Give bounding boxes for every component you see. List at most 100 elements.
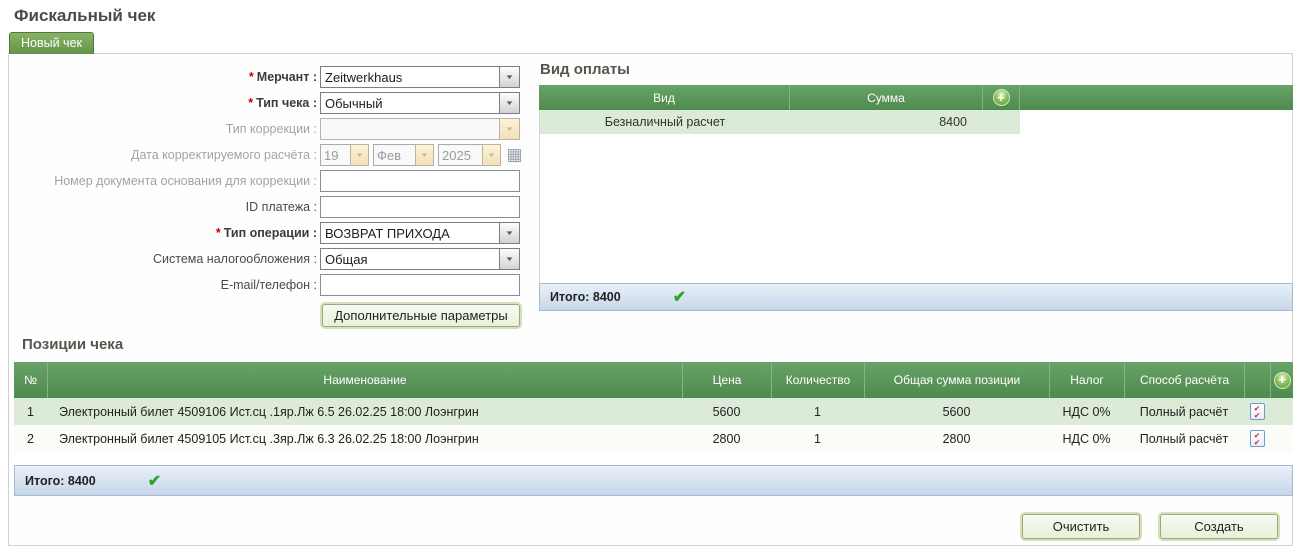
positions-col-name: Наименование <box>47 362 682 398</box>
payment-type-cell: Безналичный расчет <box>540 115 790 129</box>
chevron-down-icon[interactable] <box>499 222 520 244</box>
tax-system-input[interactable] <box>320 248 499 270</box>
clear-button[interactable]: Очистить <box>1022 514 1140 539</box>
payment-total-row: Итого: 8400 <box>539 283 1293 311</box>
position-attrs-cell <box>1244 403 1270 420</box>
email-label: E-mail/телефон : <box>10 278 320 292</box>
position-num-cell: 1 <box>14 405 47 419</box>
form-row-base-doc: Номер документа основания для коррекции … <box>10 168 525 194</box>
correction-day-input <box>320 144 350 166</box>
fiscal-receipt-screen: Фискальный чек Новый чек *Мерчант : *Тип… <box>0 0 1298 549</box>
position-row[interactable]: 2 Электронный билет 4509105 Ист.сц .3яр.… <box>14 425 1293 452</box>
check-type-input[interactable] <box>320 92 499 114</box>
payment-col-amount: Сумма <box>789 85 982 110</box>
position-tax-cell: НДС 0% <box>1049 432 1124 446</box>
operation-type-label: *Тип операции : <box>10 226 320 240</box>
operation-type-input[interactable] <box>320 222 499 244</box>
position-price-cell: 2800 <box>682 432 771 446</box>
form-row-email: E-mail/телефон : <box>10 272 525 298</box>
receipt-form: *Мерчант : *Тип чека : Тип коррекции : Д… <box>10 64 525 298</box>
chevron-down-icon <box>499 118 520 140</box>
form-row-operation-type: *Тип операции : <box>10 220 525 246</box>
payment-add-cell <box>982 85 1019 110</box>
form-row-merchant: *Мерчант : <box>10 64 525 90</box>
correction-year-select <box>438 144 501 166</box>
merchant-input[interactable] <box>320 66 499 88</box>
create-button[interactable]: Создать <box>1160 514 1278 539</box>
check-type-select[interactable] <box>320 92 520 114</box>
positions-total-label: Итого: 8400 <box>25 474 96 488</box>
positions-section-title: Позиции чека <box>22 336 123 353</box>
email-input[interactable] <box>320 274 520 296</box>
positions-col-total: Общая сумма позиции <box>864 362 1049 398</box>
edit-attributes-icon[interactable] <box>1250 430 1265 447</box>
positions-col-method: Способ расчёта <box>1124 362 1244 398</box>
position-tax-cell: НДС 0% <box>1049 405 1124 419</box>
positions-empty-space <box>14 452 1293 465</box>
position-attrs-cell <box>1244 430 1270 447</box>
positions-col-attrs <box>1244 362 1270 398</box>
payment-table: Вид Сумма Безналичный расчет 8400 Итого:… <box>539 85 1293 311</box>
extra-params-button[interactable]: Дополнительные параметры <box>322 304 520 327</box>
calendar-icon[interactable] <box>505 146 524 164</box>
correction-date-group <box>320 144 524 166</box>
edit-attributes-icon[interactable] <box>1250 403 1265 420</box>
correction-month-input <box>373 144 415 166</box>
merchant-select[interactable] <box>320 66 520 88</box>
add-position-icon[interactable] <box>1274 372 1291 389</box>
positions-total-row: Итого: 8400 <box>14 465 1293 496</box>
positions-table: № Наименование Цена Количество Общая сум… <box>14 362 1293 496</box>
position-name-cell: Электронный билет 4509106 Ист.сц .1яр.Лж… <box>47 405 682 419</box>
required-marker: * <box>248 96 253 110</box>
position-total-cell: 2800 <box>864 432 1049 446</box>
operation-type-select[interactable] <box>320 222 520 244</box>
add-payment-icon[interactable] <box>993 89 1010 106</box>
chevron-down-icon <box>350 144 369 166</box>
form-row-payment-id: ID платежа : <box>10 194 525 220</box>
payment-id-input[interactable] <box>320 196 520 218</box>
form-row-correction-type: Тип коррекции : <box>10 116 525 142</box>
check-type-label: *Тип чека : <box>10 96 320 110</box>
chevron-down-icon <box>482 144 501 166</box>
valid-check-icon <box>673 287 686 307</box>
position-method-cell: Полный расчёт <box>1124 432 1244 446</box>
payment-table-header: Вид Сумма <box>539 85 1293 110</box>
payment-total-label: Итого: 8400 <box>550 290 621 304</box>
tax-system-select[interactable] <box>320 248 520 270</box>
payment-header-filler <box>1019 85 1293 110</box>
tax-system-label: Система налогообложения : <box>10 252 320 266</box>
positions-col-qty: Количество <box>771 362 864 398</box>
chevron-down-icon <box>415 144 434 166</box>
position-total-cell: 5600 <box>864 405 1049 419</box>
valid-check-icon <box>148 471 161 491</box>
payment-row[interactable]: Безналичный расчет 8400 <box>540 110 1020 134</box>
position-num-cell: 2 <box>14 432 47 446</box>
base-doc-label: Номер документа основания для коррекции … <box>10 174 320 188</box>
form-row-tax-system: Система налогообложения : <box>10 246 525 272</box>
position-name-cell: Электронный билет 4509105 Ист.сц .3яр.Лж… <box>47 432 682 446</box>
merchant-label: *Мерчант : <box>10 70 320 84</box>
tab-label: Новый чек <box>21 36 82 50</box>
position-row[interactable]: 1 Электронный билет 4509106 Ист.сц .1яр.… <box>14 398 1293 425</box>
position-price-cell: 5600 <box>682 405 771 419</box>
payment-section-title: Вид оплаты <box>540 61 630 78</box>
form-row-correction-date: Дата корректируемого расчёта : <box>10 142 525 168</box>
positions-col-num: № <box>14 362 47 398</box>
positions-table-header: № Наименование Цена Количество Общая сум… <box>14 362 1293 398</box>
position-method-cell: Полный расчёт <box>1124 405 1244 419</box>
tab-new-receipt[interactable]: Новый чек <box>9 32 94 54</box>
position-qty-cell: 1 <box>771 432 864 446</box>
payment-table-body: Безналичный расчет 8400 <box>539 110 1293 283</box>
positions-add-cell <box>1270 362 1293 398</box>
chevron-down-icon[interactable] <box>499 66 520 88</box>
chevron-down-icon[interactable] <box>499 248 520 270</box>
correction-date-label: Дата корректируемого расчёта : <box>10 148 320 162</box>
payment-amount-cell: 8400 <box>790 115 983 129</box>
base-doc-input[interactable] <box>320 170 520 192</box>
correction-year-input <box>438 144 482 166</box>
payment-col-type: Вид <box>539 85 789 110</box>
chevron-down-icon[interactable] <box>499 92 520 114</box>
positions-col-tax: Налог <box>1049 362 1124 398</box>
payment-id-label: ID платежа : <box>10 200 320 214</box>
form-row-check-type: *Тип чека : <box>10 90 525 116</box>
